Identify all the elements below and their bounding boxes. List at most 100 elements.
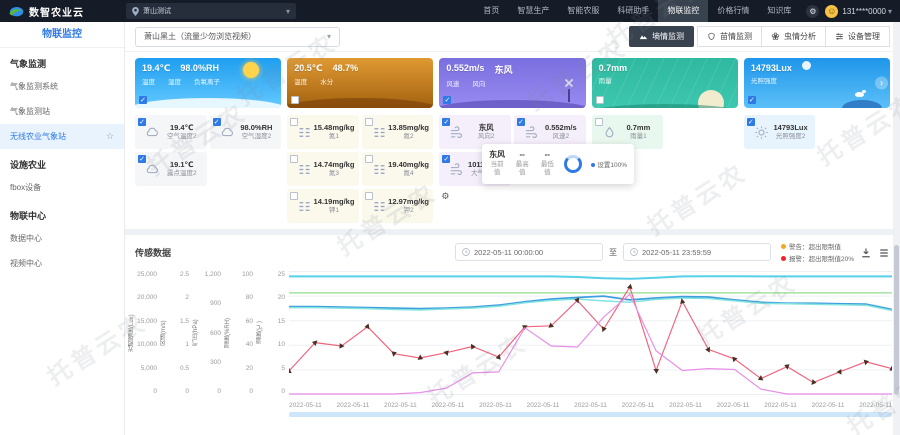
tile-checkbox[interactable]: ✓ <box>747 118 755 126</box>
star-icon[interactable]: ☆ <box>106 131 114 142</box>
axis-tick: 2 <box>185 294 189 301</box>
sidebar-item[interactable]: 气象监测系统 <box>0 74 124 99</box>
weather-card-5[interactable]: 14793Lux光照强度✓› <box>744 58 890 108</box>
nav-item-3[interactable]: 智能农服 <box>558 0 608 22</box>
card-checkbox[interactable]: ✓ <box>748 96 756 104</box>
toolbar-button-4[interactable]: 设备管理 <box>825 26 890 47</box>
toolbar-button-1[interactable]: 墒情监测 <box>629 26 694 47</box>
tooltip-label: 当前值 <box>489 161 505 178</box>
axis-tick: 300 <box>210 359 221 366</box>
settings-gear-icon[interactable]: ⚙ <box>439 189 511 204</box>
sensor-tile[interactable]: 14.19mg/kg钾1 <box>287 189 359 223</box>
sensor-tile[interactable]: 15.48mg/kg氮1 <box>287 115 359 149</box>
sensor-tile[interactable]: 12.97mg/kg钾2 <box>362 189 434 223</box>
user-menu-chevron-icon[interactable]: ▾ <box>888 7 892 16</box>
axis-tick: 1 <box>185 341 189 348</box>
sidebar-item-label: fbox设备 <box>10 182 41 193</box>
nav-item-4[interactable]: 科研助手 <box>608 0 658 22</box>
card-value: 20.5℃ <box>294 63 322 74</box>
download-icon[interactable] <box>860 246 872 258</box>
tile-checkbox[interactable] <box>290 118 298 126</box>
axis-tick: 100 <box>242 271 253 278</box>
toolbar-button-2[interactable]: 苗情监测 <box>697 26 762 47</box>
tile-checkbox[interactable]: ✓ <box>138 155 146 163</box>
tile-checkbox[interactable] <box>595 118 603 126</box>
weather-card-4[interactable]: 0.7mm雨量 <box>592 58 738 108</box>
location-label: 萧山测试 <box>143 6 171 16</box>
tile-value: 0.552m/s <box>539 123 583 132</box>
x-axis-label: 2022-05-11 <box>669 402 702 409</box>
card-checkbox[interactable] <box>596 96 604 104</box>
x-axis-label: 2022-05-11 <box>574 402 607 409</box>
axis-tick: 20 <box>278 294 285 301</box>
date-from-value: 2022-05-11 00:00:00 <box>474 248 543 257</box>
y-axis-name: 气压(hPa) <box>193 271 200 395</box>
date-to-input[interactable]: 2022-05-11 23:59:59 <box>623 243 771 261</box>
app-root: 数智农业云 萧山测试 ▾ 首页智慧生产智能农服科研助手物联监控价格行情知识库 ⚙… <box>0 0 900 435</box>
tile-checkbox[interactable] <box>290 155 298 163</box>
tile-checkbox[interactable] <box>365 192 373 200</box>
nav-item-5[interactable]: 物联监控 <box>658 0 708 22</box>
axis-tick: 0 <box>185 388 189 395</box>
tile-text: 19.1℃露点温度2 <box>160 160 204 178</box>
sidebar-item[interactable]: 视频中心 <box>0 251 124 276</box>
tile-checkbox[interactable] <box>365 155 373 163</box>
sensor-tile[interactable]: 13.85mg/kg氮2 <box>362 115 434 149</box>
station-dropdown[interactable]: 萧山黑土（流量少勿浏览视频） ▾ <box>135 27 340 47</box>
sensor-tile[interactable]: ✓ 19.1℃露点温度2 <box>135 152 207 186</box>
weather-card-3[interactable]: 0.552m/s东风风速风向✓ <box>439 58 585 108</box>
shield-icon <box>707 32 716 41</box>
card-checkbox[interactable]: ✓ <box>139 96 147 104</box>
clock-icon <box>462 248 470 256</box>
weather-card-1[interactable]: 19.4℃98.0%RH温度湿度负氧离子✓ <box>135 58 281 108</box>
tile-checkbox[interactable]: ✓ <box>442 118 450 126</box>
location-select[interactable]: 萧山测试 ▾ <box>126 3 296 19</box>
tile-label: 氮3 <box>312 170 356 178</box>
date-from-input[interactable]: 2022-05-11 00:00:00 <box>455 243 603 261</box>
tile-text: 14.74mg/kg氮3 <box>312 160 356 178</box>
chart-datazoom-slider[interactable] <box>289 412 892 417</box>
tile-text: 13.85mg/kg氮2 <box>387 123 431 141</box>
tile-checkbox[interactable] <box>365 118 373 126</box>
tile-checkbox[interactable]: ✓ <box>138 118 146 126</box>
nav-item-6[interactable]: 价格行情 <box>708 0 758 22</box>
avatar[interactable]: ☺ <box>825 5 838 18</box>
card-checkbox[interactable]: ✓ <box>443 96 451 104</box>
weather-card-2[interactable]: 20.5℃48.7%温度水分 <box>287 58 433 108</box>
sensor-tile[interactable]: ✓19.4℃空气温度2 <box>135 115 207 149</box>
tile-checkbox[interactable] <box>290 192 298 200</box>
list-icon <box>297 199 312 214</box>
sensor-tile[interactable]: ✓98.0%RH空气湿度2 <box>210 115 282 149</box>
sensor-tile[interactable]: ✓14793Lux光照强度2 <box>744 115 816 149</box>
tile-checkbox[interactable]: ✓ <box>517 118 525 126</box>
sun-icon <box>754 125 769 140</box>
card-checkbox[interactable] <box>291 96 299 104</box>
list-view-icon[interactable] <box>878 246 890 258</box>
legend-row: 警告：超出限制值 <box>781 241 854 251</box>
nav-item-1[interactable]: 首页 <box>474 0 508 22</box>
x-axis-label: 2022-05-11 <box>337 402 370 409</box>
nav-item-2[interactable]: 智慧生产 <box>508 0 558 22</box>
tile-value: 13.85mg/kg <box>387 123 431 132</box>
sensor-tile[interactable]: 14.74mg/kg氮3 <box>287 152 359 186</box>
gear-icon[interactable]: ⚙ <box>806 5 819 18</box>
sidebar-item[interactable]: 数据中心 <box>0 226 124 251</box>
tile-value: 19.1℃ <box>160 160 204 169</box>
sidebar-item[interactable]: 气象监测站 <box>0 99 124 124</box>
tile-checkbox[interactable]: ✓ <box>442 155 450 163</box>
tile-label: 空气温度2 <box>160 133 204 141</box>
sensor-tile[interactable]: 19.40mg/kg氮4 <box>362 152 434 186</box>
tile-value: 98.0%RH <box>235 123 279 132</box>
axis-tick: 0.5 <box>180 365 189 372</box>
seagull-decoration <box>855 92 864 97</box>
sidebar-item[interactable]: fbox设备 <box>0 175 124 200</box>
date-to-value: 2022-05-11 23:59:59 <box>642 248 711 257</box>
tooltip-progress-label: 设置100% <box>591 159 627 169</box>
toolbar-button-3[interactable]: 虫情分析 <box>761 26 826 47</box>
sidebar-item[interactable]: 无线农业气象站☆ <box>0 124 124 149</box>
scrollbar-thumb[interactable] <box>894 245 899 395</box>
nav-item-7[interactable]: 知识库 <box>758 0 800 22</box>
tile-checkbox[interactable]: ✓ <box>213 118 221 126</box>
carousel-next-icon[interactable]: › <box>875 77 888 90</box>
chart-area: 光照强度(Lux)25,00020,00015,00010,0005,0000风… <box>125 267 900 417</box>
